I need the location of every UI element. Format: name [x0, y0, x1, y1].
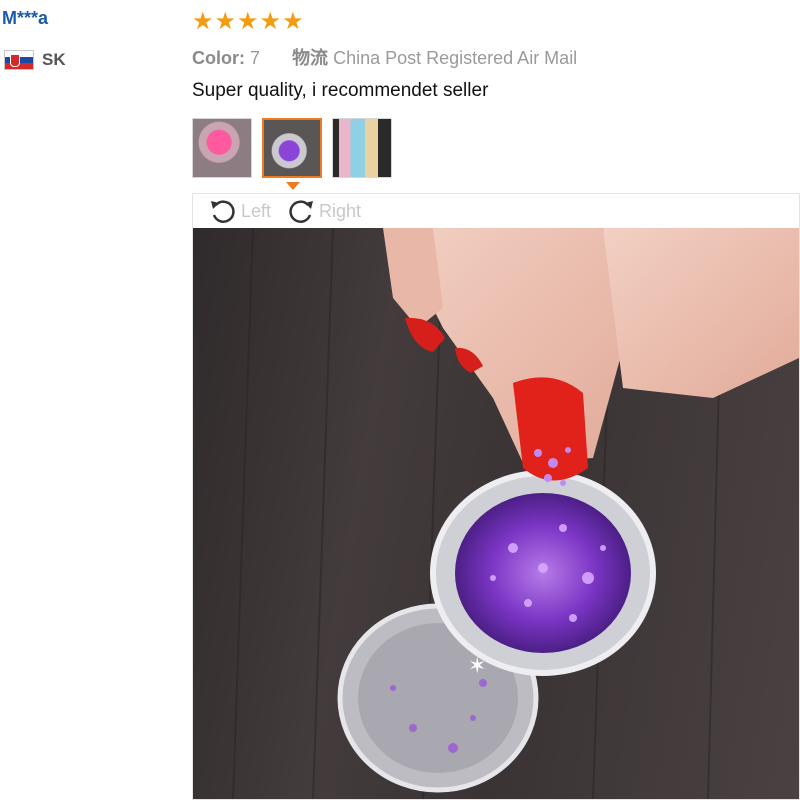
country-code: SK: [42, 50, 66, 69]
rotate-left-label: Left: [241, 200, 272, 221]
star-icon: ★: [282, 8, 304, 35]
color-label: Color:: [192, 48, 245, 68]
rotate-left-button[interactable]: Left: [207, 195, 271, 227]
review-thumbnails: [192, 118, 392, 178]
slovakia-flag-icon: [4, 50, 34, 70]
rotate-right-label: Right: [319, 200, 362, 221]
glitter-jar-photo: ✶: [232, 228, 799, 799]
star-icon: ★: [237, 8, 259, 35]
star-icon: ★: [192, 8, 214, 35]
shipping-value: China Post Registered Air Mail: [333, 48, 578, 68]
shipping-label: 物流: [292, 48, 329, 68]
star-icon: ★: [214, 8, 237, 35]
review-photo[interactable]: ✶: [193, 228, 799, 799]
star-rating: ★ ★ ★ ★ ★: [192, 10, 304, 34]
thumbnail-pink-glitter[interactable]: [192, 118, 252, 178]
thumbnail-purple-glitter[interactable]: [262, 118, 322, 178]
star-icon: ★: [259, 8, 282, 35]
reviewer-name: M***a: [2, 8, 49, 28]
image-viewer: Left Right ✶: [192, 193, 800, 800]
review-text: Super quality, i recommendet seller: [192, 80, 489, 101]
selected-thumbnail-caret: [286, 182, 300, 190]
reviewer-country: SK: [4, 50, 66, 70]
order-info: Color: 7 物流 China Post Registered Air Ma…: [192, 44, 577, 70]
color-value: 7: [250, 48, 261, 68]
thumbnail-glitter-set[interactable]: [332, 118, 392, 178]
rotate-right-icon: [289, 200, 314, 223]
rotate-right-button[interactable]: Right: [285, 195, 361, 227]
rotate-left-icon: [211, 200, 235, 223]
rotate-toolbar: Left Right: [193, 194, 799, 228]
